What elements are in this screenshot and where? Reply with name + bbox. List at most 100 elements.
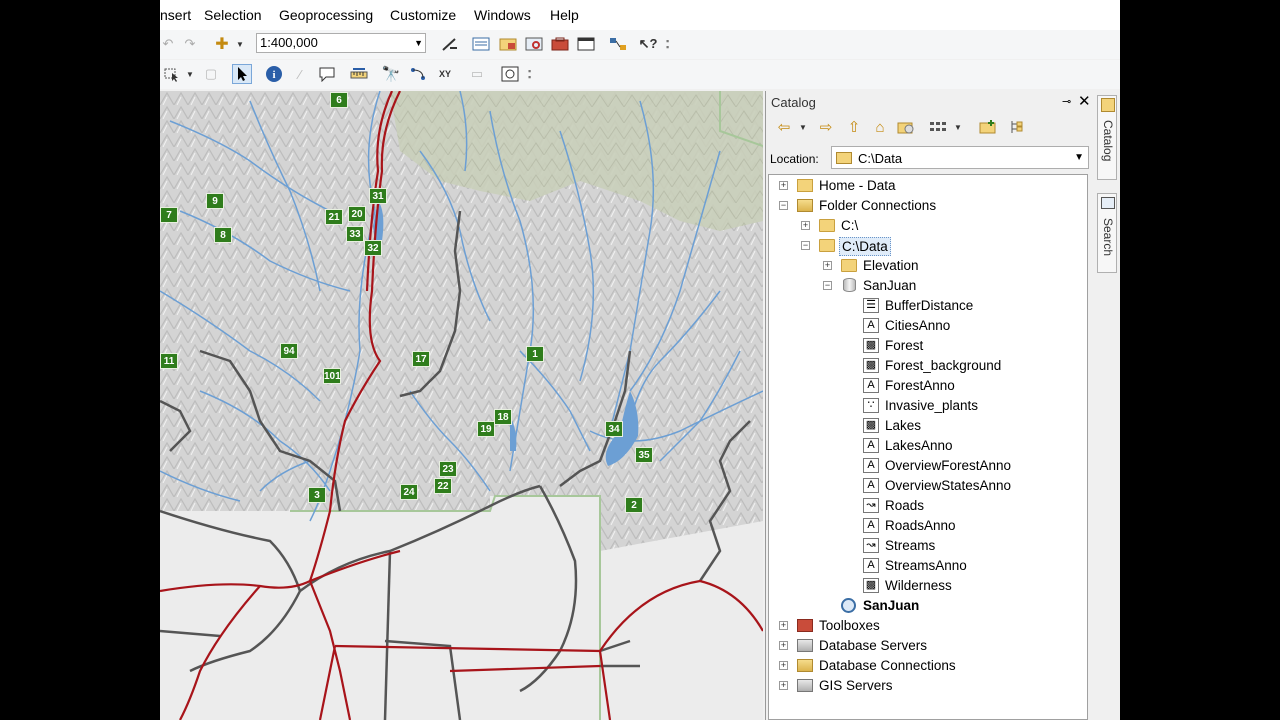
arctoolbox-icon[interactable] — [550, 34, 570, 54]
collapse-icon[interactable]: − — [801, 241, 810, 250]
svg-text:i: i — [272, 69, 275, 81]
toolbar-grip-icon[interactable]: ▪ ▪ — [666, 37, 672, 54]
tab-catalog[interactable]: Catalog — [1097, 95, 1117, 180]
time-slider-icon[interactable]: ▭ — [467, 64, 487, 84]
menu-selection[interactable]: Selection — [204, 7, 262, 23]
close-button[interactable]: ✕ — [1078, 92, 1091, 110]
measure-icon[interactable] — [349, 64, 369, 84]
views-icon[interactable] — [928, 117, 948, 137]
route-marker[interactable]: 7 — [160, 207, 178, 223]
route-marker[interactable]: 1 — [526, 346, 544, 362]
table-of-contents-icon[interactable] — [471, 34, 491, 54]
tree-item-label: Database Connections — [819, 658, 956, 673]
route-marker[interactable]: 35 — [635, 447, 653, 463]
up-one-level-icon[interactable]: ⇧ — [844, 117, 864, 137]
create-viewer-window-icon[interactable] — [500, 64, 520, 84]
chevron-down-icon[interactable]: ▼ — [414, 34, 423, 52]
folder-icon — [819, 239, 835, 252]
collapse-icon[interactable]: − — [779, 201, 788, 210]
expand-icon[interactable]: + — [779, 181, 788, 190]
hyperlink-icon[interactable]: ⁄ — [290, 64, 310, 84]
menu-customize[interactable]: Customize — [390, 7, 456, 23]
chevron-down-icon[interactable]: ▼ — [1074, 152, 1084, 163]
route-marker[interactable]: 24 — [400, 484, 418, 500]
route-marker[interactable]: 9 — [206, 193, 224, 209]
map-canvas — [160, 91, 763, 720]
route-marker[interactable]: 31 — [369, 188, 387, 204]
views-dropdown-icon[interactable]: ▼ — [948, 117, 968, 137]
forward-icon[interactable]: ⇨ — [816, 117, 836, 137]
expand-icon[interactable]: + — [801, 221, 810, 230]
go-to-xy-icon[interactable]: XY — [435, 64, 455, 84]
connect-to-folder-icon[interactable] — [978, 117, 998, 137]
pin-icon[interactable]: ⊸ — [1062, 95, 1071, 108]
clear-selection-icon[interactable]: ▢ — [201, 64, 221, 84]
route-marker[interactable]: 3 — [308, 487, 326, 503]
map-document-icon — [841, 598, 856, 613]
expand-icon[interactable]: + — [779, 621, 788, 630]
menu-geoprocessing[interactable]: Geoprocessing — [279, 7, 373, 23]
redo-icon[interactable]: ↷ — [180, 34, 200, 54]
menu-windows[interactable]: Windows — [474, 7, 531, 23]
find-icon[interactable]: 🔭 — [381, 64, 401, 84]
tree-item-label: Toolboxes — [819, 618, 880, 633]
point-class-icon: ∵ — [863, 398, 879, 413]
route-marker[interactable]: 19 — [477, 421, 495, 437]
route-marker[interactable]: 22 — [434, 478, 452, 494]
route-marker[interactable]: 34 — [605, 421, 623, 437]
python-window-icon[interactable] — [576, 34, 596, 54]
model-builder-icon[interactable] — [608, 34, 628, 54]
route-marker[interactable]: 6 — [330, 92, 348, 108]
route-marker[interactable]: 23 — [439, 461, 457, 477]
route-marker[interactable]: 8 — [214, 227, 232, 243]
route-marker[interactable]: 18 — [494, 409, 512, 425]
catalog-window-icon[interactable] — [498, 34, 518, 54]
route-marker[interactable]: 101 — [323, 368, 341, 384]
expand-icon[interactable]: + — [779, 681, 788, 690]
route-marker[interactable]: 20 — [348, 206, 366, 222]
find-route-icon[interactable] — [408, 64, 428, 84]
tab-search[interactable]: Search — [1097, 193, 1117, 273]
whats-this-icon[interactable]: ↖? — [638, 34, 658, 54]
select-features-icon[interactable] — [162, 64, 182, 84]
expand-icon[interactable]: + — [823, 261, 832, 270]
menu-insert[interactable]: nsert — [160, 7, 191, 23]
undo-icon[interactable]: ↶ — [160, 34, 178, 54]
toggle-contents-panel-icon[interactable] — [1008, 117, 1028, 137]
tree-item-label: StreamsAnno — [885, 558, 967, 573]
select-elements-icon[interactable] — [232, 64, 252, 84]
route-marker[interactable]: 94 — [280, 343, 298, 359]
location-combo[interactable]: C:\Data ▼ — [831, 146, 1089, 169]
expand-icon[interactable]: + — [779, 641, 788, 650]
identify-icon[interactable]: i — [264, 64, 284, 84]
toolbar-grip-icon[interactable]: ▪ ▪ — [528, 67, 534, 84]
tree-item-label: BufferDistance — [885, 298, 974, 313]
route-marker[interactable]: 2 — [625, 497, 643, 513]
expand-icon[interactable]: + — [779, 661, 788, 670]
back-dropdown-icon[interactable]: ▼ — [793, 117, 813, 137]
tree-item-label: Forest_background — [885, 358, 1002, 373]
route-marker[interactable]: 11 — [160, 353, 178, 369]
menu-help[interactable]: Help — [550, 7, 579, 23]
map-view[interactable]: 6 31 9 21 20 33 32 7 8 94 17 1 101 11 18… — [160, 91, 763, 720]
location-label: Location: — [770, 152, 819, 166]
route-marker[interactable]: 21 — [325, 209, 343, 225]
add-data-dropdown-icon[interactable]: ▼ — [230, 34, 250, 54]
route-marker[interactable]: 32 — [364, 240, 382, 256]
route-marker[interactable]: 17 — [412, 351, 430, 367]
collapse-icon[interactable]: − — [823, 281, 832, 290]
geodatabase-icon — [843, 278, 856, 292]
search-window-icon[interactable] — [524, 34, 544, 54]
map-scale-combo[interactable]: 1:400,000 ▼ — [256, 33, 426, 53]
tree-item-label: Lakes — [885, 418, 922, 433]
route-marker[interactable]: 33 — [346, 226, 364, 242]
add-data-icon[interactable]: ✚ — [212, 34, 232, 54]
editor-toolbar-icon[interactable] — [440, 34, 460, 54]
back-icon[interactable]: ⇦ — [774, 117, 794, 137]
default-geodatabase-icon[interactable] — [896, 117, 916, 137]
tree-item-label: Roads — [885, 498, 925, 513]
home-icon[interactable]: ⌂ — [870, 117, 890, 137]
html-popup-icon[interactable] — [317, 64, 337, 84]
tree-item-label: LakesAnno — [885, 438, 953, 453]
select-dropdown-icon[interactable]: ▼ — [180, 64, 200, 84]
